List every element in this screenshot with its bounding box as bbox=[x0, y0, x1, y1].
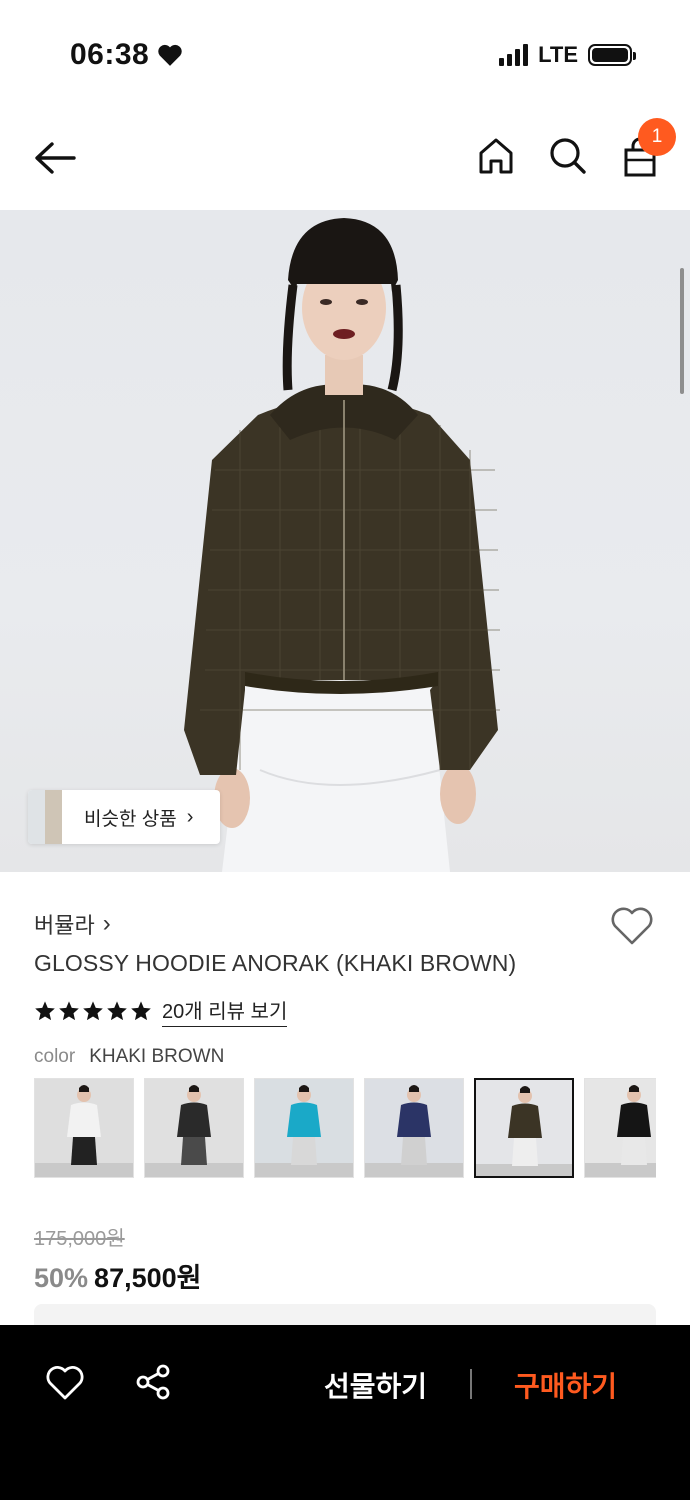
swatch-thumbnail bbox=[35, 1085, 133, 1177]
model-photo bbox=[184, 218, 500, 872]
discount-rate: 50% bbox=[34, 1263, 89, 1293]
home-icon[interactable] bbox=[476, 136, 516, 176]
color-label: color bbox=[34, 1046, 76, 1067]
buy-button[interactable]: 구매하기 bbox=[514, 1365, 617, 1405]
swatch-thumbnail bbox=[255, 1085, 353, 1177]
gift-button[interactable]: 선물하기 bbox=[324, 1365, 427, 1405]
signal-icon bbox=[499, 44, 529, 66]
product-image[interactable]: 비슷한 상품 › bbox=[0, 210, 690, 872]
product-name: GLOSSY HOODIE ANORAK (KHAKI BROWN) bbox=[34, 950, 517, 976]
star-icon bbox=[83, 1001, 103, 1021]
chevron-right-icon: › bbox=[186, 805, 194, 828]
back-arrow-icon[interactable] bbox=[32, 138, 78, 178]
swatch-thumbnail bbox=[476, 1086, 572, 1176]
star-icon bbox=[107, 1001, 127, 1021]
status-time: 06:38 bbox=[70, 38, 183, 72]
brand-name: 버뮬라 bbox=[34, 913, 95, 938]
bottom-action-bar: 선물하기 구매하기 bbox=[0, 1325, 690, 1500]
color-swatch-4[interactable] bbox=[364, 1078, 464, 1178]
sale-price: 87,500원 bbox=[94, 1263, 202, 1293]
review-link[interactable]: 20개 리뷰 보기 bbox=[162, 995, 288, 1027]
clock: 06:38 bbox=[70, 38, 150, 71]
cart-count-badge: 1 bbox=[638, 118, 676, 156]
battery-icon bbox=[588, 44, 636, 66]
star-icon bbox=[131, 1001, 151, 1021]
share-icon[interactable] bbox=[134, 1363, 172, 1401]
status-bar: 06:38 LTE bbox=[0, 0, 690, 110]
color-value: KHAKI BROWN bbox=[89, 1046, 225, 1067]
color-swatch-5[interactable] bbox=[474, 1078, 574, 1178]
color-row: color KHAKI BROWN bbox=[34, 1046, 224, 1068]
heart-icon bbox=[158, 44, 182, 66]
color-swatch-6[interactable] bbox=[584, 1078, 656, 1178]
color-swatch-2[interactable] bbox=[144, 1078, 244, 1178]
similar-products-button[interactable]: 비슷한 상품 › bbox=[28, 790, 220, 844]
swatch-thumbnail bbox=[365, 1085, 463, 1177]
search-icon[interactable] bbox=[548, 136, 588, 176]
star-icon bbox=[59, 1001, 79, 1021]
color-swatch-list bbox=[34, 1078, 656, 1178]
similar-products-label: 비슷한 상품 bbox=[84, 808, 177, 830]
brand-link[interactable]: 버뮬라 › bbox=[34, 908, 111, 940]
network-type: LTE bbox=[538, 42, 578, 67]
swatch-thumbnail bbox=[145, 1085, 243, 1177]
color-swatch-3[interactable] bbox=[254, 1078, 354, 1178]
color-swatch-1[interactable] bbox=[34, 1078, 134, 1178]
price-row: 50% 87,500원 bbox=[34, 1256, 201, 1295]
rating-row: 20개 리뷰 보기 bbox=[34, 995, 288, 1027]
status-indicators: LTE bbox=[499, 42, 636, 68]
divider bbox=[470, 1369, 472, 1399]
top-navigation bbox=[0, 110, 690, 210]
rating-stars bbox=[34, 1000, 152, 1022]
chevron-right-icon: › bbox=[102, 910, 111, 937]
wishlist-heart-icon[interactable] bbox=[610, 906, 654, 946]
like-heart-icon[interactable] bbox=[46, 1365, 84, 1401]
original-price: 175,000원 bbox=[34, 1228, 125, 1250]
star-icon bbox=[35, 1001, 55, 1021]
similar-products-thumbnail bbox=[28, 790, 62, 844]
swatch-thumbnail bbox=[585, 1085, 656, 1177]
image-scroll-indicator bbox=[680, 268, 684, 394]
